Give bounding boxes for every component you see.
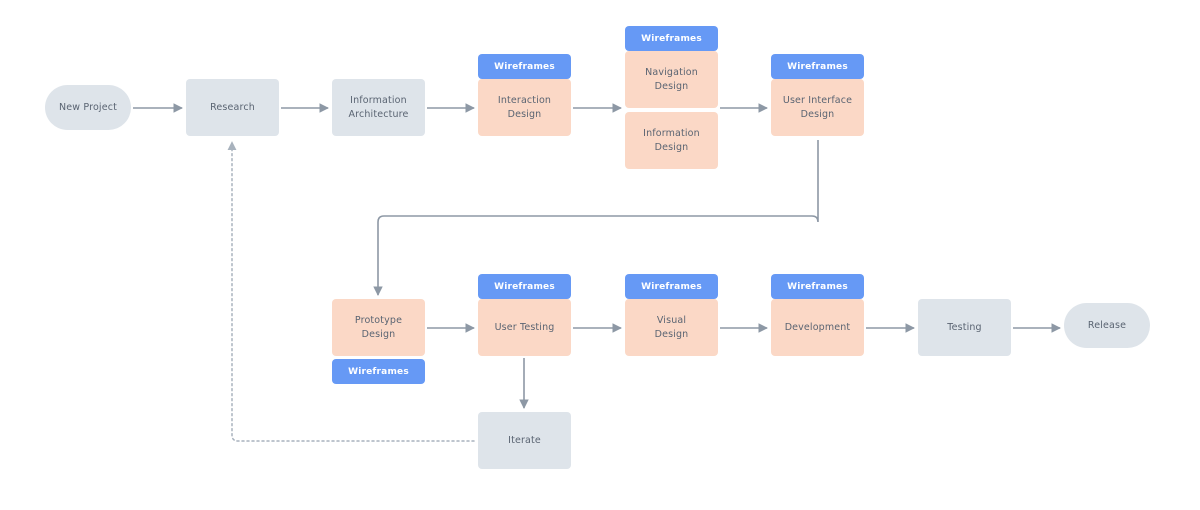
node-interaction-design[interactable]: Interaction Design — [478, 79, 571, 136]
node-testing[interactable]: Testing — [918, 299, 1011, 356]
edge-iterate-research — [227, 141, 475, 442]
node-development[interactable]: Development — [771, 299, 864, 356]
flowchart-canvas: Wireframes Wireframes Wireframes Wirefra… — [0, 0, 1200, 510]
badge-wireframes-ui-design[interactable]: Wireframes — [771, 54, 864, 79]
node-information-architecture[interactable]: Information Architecture — [332, 79, 425, 136]
node-research[interactable]: Research — [186, 79, 279, 136]
node-iterate[interactable]: Iterate — [478, 412, 571, 469]
badge-wireframes-visual-design[interactable]: Wireframes — [625, 274, 718, 299]
node-prototype-design[interactable]: Prototype Design — [332, 299, 425, 356]
connector-layer — [133, 103, 1061, 442]
badge-wireframes-prototype[interactable]: Wireframes — [332, 359, 425, 384]
node-user-testing[interactable]: User Testing — [478, 299, 571, 356]
node-visual-design[interactable]: Visual Design — [625, 299, 718, 356]
node-navigation-design[interactable]: Navigation Design — [625, 51, 718, 108]
node-information-design[interactable]: Information Design — [625, 112, 718, 169]
badge-wireframes-development[interactable]: Wireframes — [771, 274, 864, 299]
edge-ui-design-prototype — [373, 140, 819, 296]
node-new-project[interactable]: New Project — [45, 85, 131, 130]
node-user-interface-design[interactable]: User Interface Design — [771, 79, 864, 136]
node-release[interactable]: Release — [1064, 303, 1150, 348]
badge-wireframes-navigation[interactable]: Wireframes — [625, 26, 718, 51]
badge-wireframes-user-testing[interactable]: Wireframes — [478, 274, 571, 299]
badge-wireframes-interaction[interactable]: Wireframes — [478, 54, 571, 79]
